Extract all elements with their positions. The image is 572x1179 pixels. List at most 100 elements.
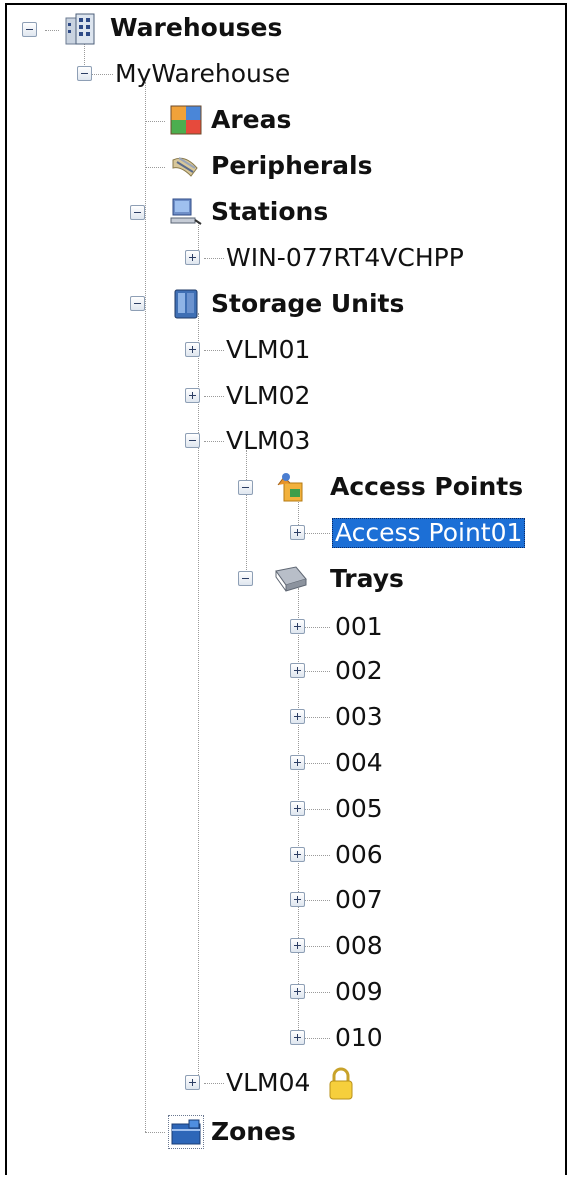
tree-line [45,30,59,31]
tree-node-label: 005 [335,794,383,823]
tree-line [305,900,330,901]
tree-node-mywarehouse[interactable]: MyWarehouse [115,59,290,89]
expand-icon[interactable] [290,663,305,678]
tree-node-tray[interactable]: 007 [335,885,383,915]
expand-icon[interactable] [290,1030,305,1045]
tree-line [305,946,330,947]
expand-icon[interactable] [290,938,305,953]
tree-line [91,74,113,75]
collapse-icon[interactable] [185,433,200,448]
expand-icon[interactable] [185,250,200,265]
tree-node-label: Stations [211,197,329,226]
storage-unit-icon [169,288,203,320]
tree-line [305,763,330,764]
tree-line [198,313,199,1083]
tree-node-label: 006 [335,840,383,869]
collapse-icon[interactable] [238,480,253,495]
access-point-icon [274,471,308,503]
tree-node-label: VLM01 [226,335,311,364]
tray-icon [274,563,308,595]
tree-node-label: Areas [211,105,292,134]
expand-icon[interactable] [290,892,305,907]
building-icon [62,12,102,45]
expand-icon[interactable] [185,342,200,357]
tree-node-label: Trays [330,564,404,593]
tree-line [204,441,224,442]
tree-node-areas[interactable]: Areas [169,105,291,135]
tree-node-storage-unit[interactable]: VLM04 [226,1067,364,1100]
lock-icon [326,1067,356,1100]
collapse-icon[interactable] [22,22,37,37]
tree-line [305,671,330,672]
tree-node-label: 004 [335,748,383,777]
areas-icon [169,104,203,136]
tree-node-storage-units[interactable]: Storage Units [169,289,404,319]
tree-node-station[interactable]: WIN-077RT4VCHPP [226,243,464,273]
tree-node-stations[interactable]: Stations [169,197,328,227]
tree-node-label: 007 [335,885,383,914]
tree-line [305,809,330,810]
tree-node-label: Storage Units [211,289,405,318]
tree-line [145,82,146,1132]
expand-icon[interactable] [290,619,305,634]
tree-node-label: VLM02 [226,381,311,410]
tree-node-storage-unit[interactable]: VLM01 [226,335,310,365]
tree-line [305,533,330,534]
peripherals-icon [169,150,203,182]
tree-line [305,1038,330,1039]
collapse-icon[interactable] [238,571,253,586]
tree-node-label: 010 [335,1023,383,1052]
tree-line [204,350,224,351]
tree-node-label: MyWarehouse [115,59,291,88]
tree-node-tray[interactable]: 010 [335,1023,383,1053]
expand-icon[interactable] [290,709,305,724]
tree-node-storage-unit[interactable]: VLM02 [226,381,310,411]
collapse-icon[interactable] [130,205,145,220]
tree-node-storage-unit[interactable]: VLM03 [226,426,310,456]
expand-icon[interactable] [185,1075,200,1090]
expand-icon[interactable] [290,755,305,770]
tree-node-label: Zones [211,1117,296,1146]
tree-node-tray[interactable]: 001 [335,612,383,642]
tree-node-peripherals[interactable]: Peripherals [169,151,372,181]
tree-node-trays[interactable]: Trays [274,564,404,594]
tree-line [204,258,224,259]
expand-icon[interactable] [185,388,200,403]
tree-node-tray[interactable]: 008 [335,931,383,961]
tree-node-label: 008 [335,931,383,960]
tree-line [204,1083,224,1084]
tree-node-tray[interactable]: 004 [335,748,383,778]
tree-line [246,450,247,580]
expand-icon[interactable] [290,801,305,816]
collapse-icon[interactable] [130,296,145,311]
tree-node-tray[interactable]: 009 [335,977,383,1007]
tree-node-label: Warehouses [110,13,283,42]
tree-node-tray[interactable]: 002 [335,656,383,686]
tree-node-tray[interactable]: 005 [335,794,383,824]
tree-node-warehouses[interactable]: Warehouses [62,12,283,45]
tree-line [204,396,224,397]
tree-node-tray[interactable]: 003 [335,702,383,732]
tree-line [145,1132,165,1133]
expand-icon[interactable] [290,847,305,862]
tree-node-access-point[interactable]: Access Point01 [332,518,526,548]
tree-node-label: Access Points [330,472,524,501]
tree-node-tray[interactable]: 006 [335,840,383,870]
tree-node-label: 002 [335,656,383,685]
tree-node-label: WIN-077RT4VCHPP [226,243,464,272]
tree-node-label: 003 [335,702,383,731]
tree-node-label: VLM03 [226,426,311,455]
expand-icon[interactable] [290,525,305,540]
expand-icon[interactable] [290,984,305,999]
tree-line [305,717,330,718]
tree-node-label: VLM04 [226,1068,311,1097]
tree-line [305,855,330,856]
tree-node-zones[interactable]: Zones [168,1115,296,1149]
tree-line [145,167,165,168]
tree-node-access-points[interactable]: Access Points [274,472,523,502]
tree-node-label: 009 [335,977,383,1006]
collapse-icon[interactable] [77,66,92,81]
computer-icon [169,196,203,228]
tree-node-label: Access Point01 [332,518,526,548]
tree-node-label: Peripherals [211,151,373,180]
